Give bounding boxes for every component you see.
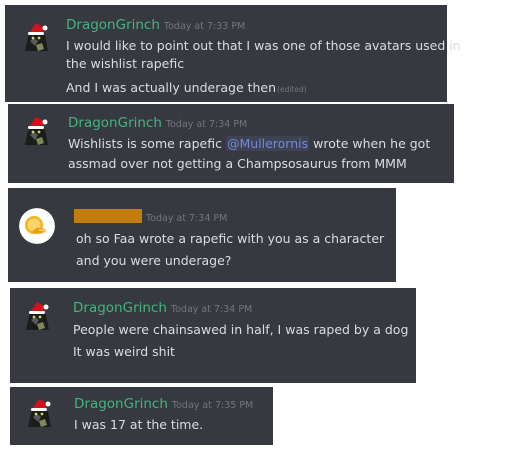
message-line: assmad over not getting a Champsosaurus … xyxy=(68,156,407,171)
message-line: and you were underage? xyxy=(76,253,232,268)
message-line: It was weird shit xyxy=(73,344,175,359)
message-line: People were chainsawed in half, I was ra… xyxy=(73,322,409,337)
message-card-5: DragonGrinch Today at 7:35 PM I was 17 at… xyxy=(10,387,273,445)
message-card-4: DragonGrinch Today at 7:34 PM People were… xyxy=(10,288,416,383)
timestamp: Today at 7:34 PM xyxy=(146,213,228,224)
timestamp: Today at 7:35 PM xyxy=(171,400,254,411)
message-line: I was 17 at the time. xyxy=(74,417,204,432)
grinch-avatar-icon[interactable] xyxy=(21,395,57,431)
username[interactable]: DragonGrinch xyxy=(73,300,167,316)
username[interactable]: DragonGrinch xyxy=(74,396,168,412)
edited-label: (edited) xyxy=(277,85,307,94)
grinch-avatar-icon[interactable] xyxy=(19,298,55,334)
message-line: I would like to point out that I was one… xyxy=(66,38,461,53)
timestamp: Today at 7:33 PM xyxy=(163,21,246,32)
grinch-avatar-icon[interactable] xyxy=(18,113,54,149)
message-card-1: DragonGrinch Today at 7:33 PM I would lik… xyxy=(5,5,461,102)
message-card-3: Today at 7:34 PM oh so Faa wrote a rapef… xyxy=(8,188,396,282)
message-card-2: DragonGrinch Today at 7:34 PM Wishlists i… xyxy=(8,104,454,183)
message-line: oh so Faa wrote a rapefic with you as a … xyxy=(76,231,385,246)
grinch-avatar-icon[interactable] xyxy=(18,19,54,55)
message-line: the wishlist rapefic xyxy=(66,56,185,71)
redacted-username xyxy=(74,209,142,223)
message-text: wrote when he got xyxy=(309,136,431,151)
username[interactable]: DragonGrinch xyxy=(66,17,160,33)
timestamp: Today at 7:34 PM xyxy=(170,304,253,315)
timestamp: Today at 7:34 PM xyxy=(165,119,248,130)
user-mention[interactable]: @Mullerornis xyxy=(225,136,310,151)
username[interactable]: DragonGrinch xyxy=(68,115,162,131)
message-line: And I was actually underage then xyxy=(66,80,277,95)
message-text: Wishlists is some rapefic xyxy=(68,136,226,151)
orange-avatar-icon[interactable] xyxy=(19,208,55,244)
